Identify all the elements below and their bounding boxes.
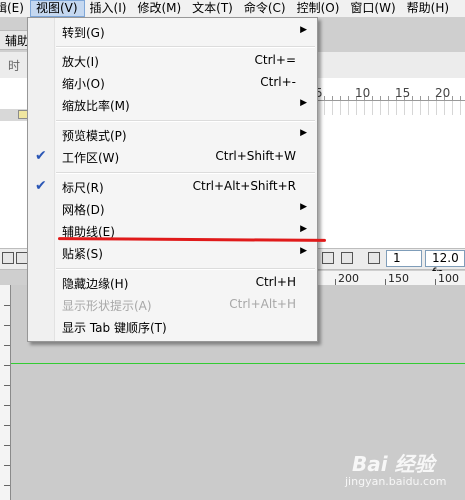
submenu-arrow-icon: ▶ xyxy=(300,202,307,212)
menu-separator xyxy=(56,172,315,174)
menu-item-show-tab-order[interactable]: 显示 Tab 键顺序(T) xyxy=(28,316,317,338)
ruler-number: 10 xyxy=(355,86,371,100)
menu-item-hide-edges[interactable]: 隐藏边缘(H) Ctrl+H xyxy=(28,272,317,294)
onion-skin-icon[interactable] xyxy=(322,252,334,264)
menu-insert[interactable]: 插入(I) xyxy=(85,0,133,17)
menu-item-label: 贴紧(S) xyxy=(62,247,103,261)
menu-control[interactable]: 控制(O) xyxy=(292,0,346,17)
add-layer-icon[interactable] xyxy=(2,252,14,264)
onion-outline-icon[interactable] xyxy=(341,252,353,264)
view-dropdown-menu: 转到(G) ▶ 放大(I) Ctrl+= 缩小(O) Ctrl+- 缩放比率(M… xyxy=(27,17,318,342)
menu-item-zoom-in[interactable]: 放大(I) Ctrl+= xyxy=(28,50,317,72)
ruler-number: 15 xyxy=(395,86,411,100)
watermark-logo: Bai 经验 xyxy=(352,452,435,476)
menu-separator xyxy=(56,268,315,270)
menu-item-magnification[interactable]: 缩放比率(M) ▶ xyxy=(28,94,317,116)
ruler-tick xyxy=(4,385,10,386)
menu-edit[interactable]: 辑(E) xyxy=(0,0,30,17)
menu-commands[interactable]: 命令(C) xyxy=(239,0,292,17)
ruler-tick xyxy=(4,485,10,486)
menu-separator xyxy=(56,120,315,122)
menu-bar: 辑(E) 视图(V) 插入(I) 修改(M) 文本(T) 命令(C) 控制(O)… xyxy=(0,0,465,18)
checkmark-icon: ✔ xyxy=(35,178,47,194)
ruler-number: 100 xyxy=(438,272,459,285)
menu-item-label: 预览模式(P) xyxy=(62,129,127,143)
menu-item-grid[interactable]: 网格(D) ▶ xyxy=(28,198,317,220)
submenu-arrow-icon: ▶ xyxy=(300,128,307,138)
ruler-number: 150 xyxy=(388,272,409,285)
ruler-tick xyxy=(4,325,10,326)
ruler-tick xyxy=(4,345,10,346)
menu-item-label: 隐藏边缘(H) xyxy=(62,277,129,291)
menu-help[interactable]: 帮助(H) xyxy=(402,0,455,17)
menu-item-zoom-out[interactable]: 缩小(O) Ctrl+- xyxy=(28,72,317,94)
checkmark-icon: ✔ xyxy=(35,148,47,164)
menu-item-label: 显示形状提示(A) xyxy=(62,299,152,313)
ruler-tick xyxy=(4,465,10,466)
submenu-arrow-icon: ▶ xyxy=(300,98,307,108)
menu-item-shortcut: Ctrl+= xyxy=(254,53,296,67)
menu-item-goto[interactable]: 转到(G) ▶ xyxy=(28,21,317,43)
menu-window[interactable]: 窗口(W) xyxy=(345,0,401,17)
menu-item-rulers[interactable]: ✔ 标尺(R) Ctrl+Alt+Shift+R xyxy=(28,176,317,198)
ruler-tick xyxy=(4,425,10,426)
horizontal-ruler: 200 150 100 xyxy=(318,271,465,286)
menu-text[interactable]: 文本(T) xyxy=(187,0,239,17)
menu-modify[interactable]: 修改(M) xyxy=(132,0,187,17)
menu-item-show-shape-hints: 显示形状提示(A) Ctrl+Alt+H xyxy=(28,294,317,316)
guide-line[interactable] xyxy=(11,363,465,364)
menu-item-label: 显示 Tab 键顺序(T) xyxy=(62,321,167,335)
menu-item-shortcut: Ctrl+Shift+W xyxy=(215,149,296,163)
submenu-arrow-icon: ▶ xyxy=(300,246,307,256)
ruler-tick xyxy=(4,405,10,406)
menu-item-shortcut: Ctrl+Alt+H xyxy=(229,297,296,311)
menu-item-shortcut: Ctrl+Alt+Shift+R xyxy=(192,179,296,193)
menu-item-shortcut: Ctrl+H xyxy=(255,275,296,289)
submenu-arrow-icon: ▶ xyxy=(300,224,307,234)
ruler-tick xyxy=(4,305,10,306)
menu-item-label: 缩小(O) xyxy=(62,77,105,91)
menu-item-work-area[interactable]: ✔ 工作区(W) Ctrl+Shift+W xyxy=(28,146,317,168)
menu-view[interactable]: 视图(V) xyxy=(29,0,85,17)
menu-item-label: 网格(D) xyxy=(62,203,105,217)
ruler-tick xyxy=(4,365,10,366)
menu-item-shortcut: Ctrl+- xyxy=(260,75,296,89)
frame-rate-field[interactable]: 12.0 fp xyxy=(425,250,465,280)
ruler-number: 20 xyxy=(435,86,451,100)
menu-item-label: 工作区(W) xyxy=(62,151,120,165)
menu-item-label: 缩放比率(M) xyxy=(62,99,130,113)
menu-separator xyxy=(56,46,315,48)
menu-item-preview-mode[interactable]: 预览模式(P) ▶ xyxy=(28,124,317,146)
ruler-tick xyxy=(4,445,10,446)
menu-item-label: 放大(I) xyxy=(62,55,99,69)
watermark-url: jingyan.baidu.com xyxy=(345,475,447,488)
current-frame-field[interactable]: 1 xyxy=(386,250,422,267)
menu-item-snapping[interactable]: 贴紧(S) ▶ xyxy=(28,242,317,264)
ruler-number: 200 xyxy=(338,272,359,285)
timeline-frames[interactable] xyxy=(316,101,465,115)
menu-item-label: 转到(G) xyxy=(62,26,105,40)
timeline-tab[interactable]: 时间 xyxy=(0,57,30,91)
edit-frames-icon[interactable] xyxy=(368,252,380,264)
menu-item-label: 标尺(R) xyxy=(62,181,104,195)
submenu-arrow-icon: ▶ xyxy=(300,25,307,35)
vertical-ruler xyxy=(0,285,11,500)
